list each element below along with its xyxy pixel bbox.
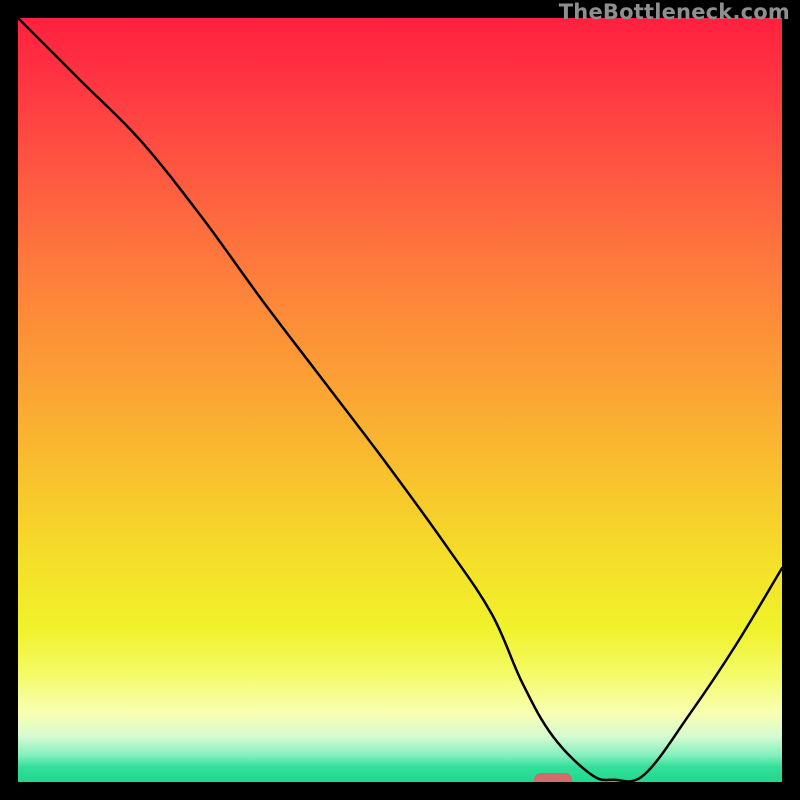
optimum-marker bbox=[534, 773, 572, 782]
watermark-text: TheBottleneck.com bbox=[559, 0, 790, 24]
plot-area bbox=[18, 18, 782, 782]
chart-frame: TheBottleneck.com bbox=[0, 0, 800, 800]
data-curve bbox=[18, 18, 782, 782]
